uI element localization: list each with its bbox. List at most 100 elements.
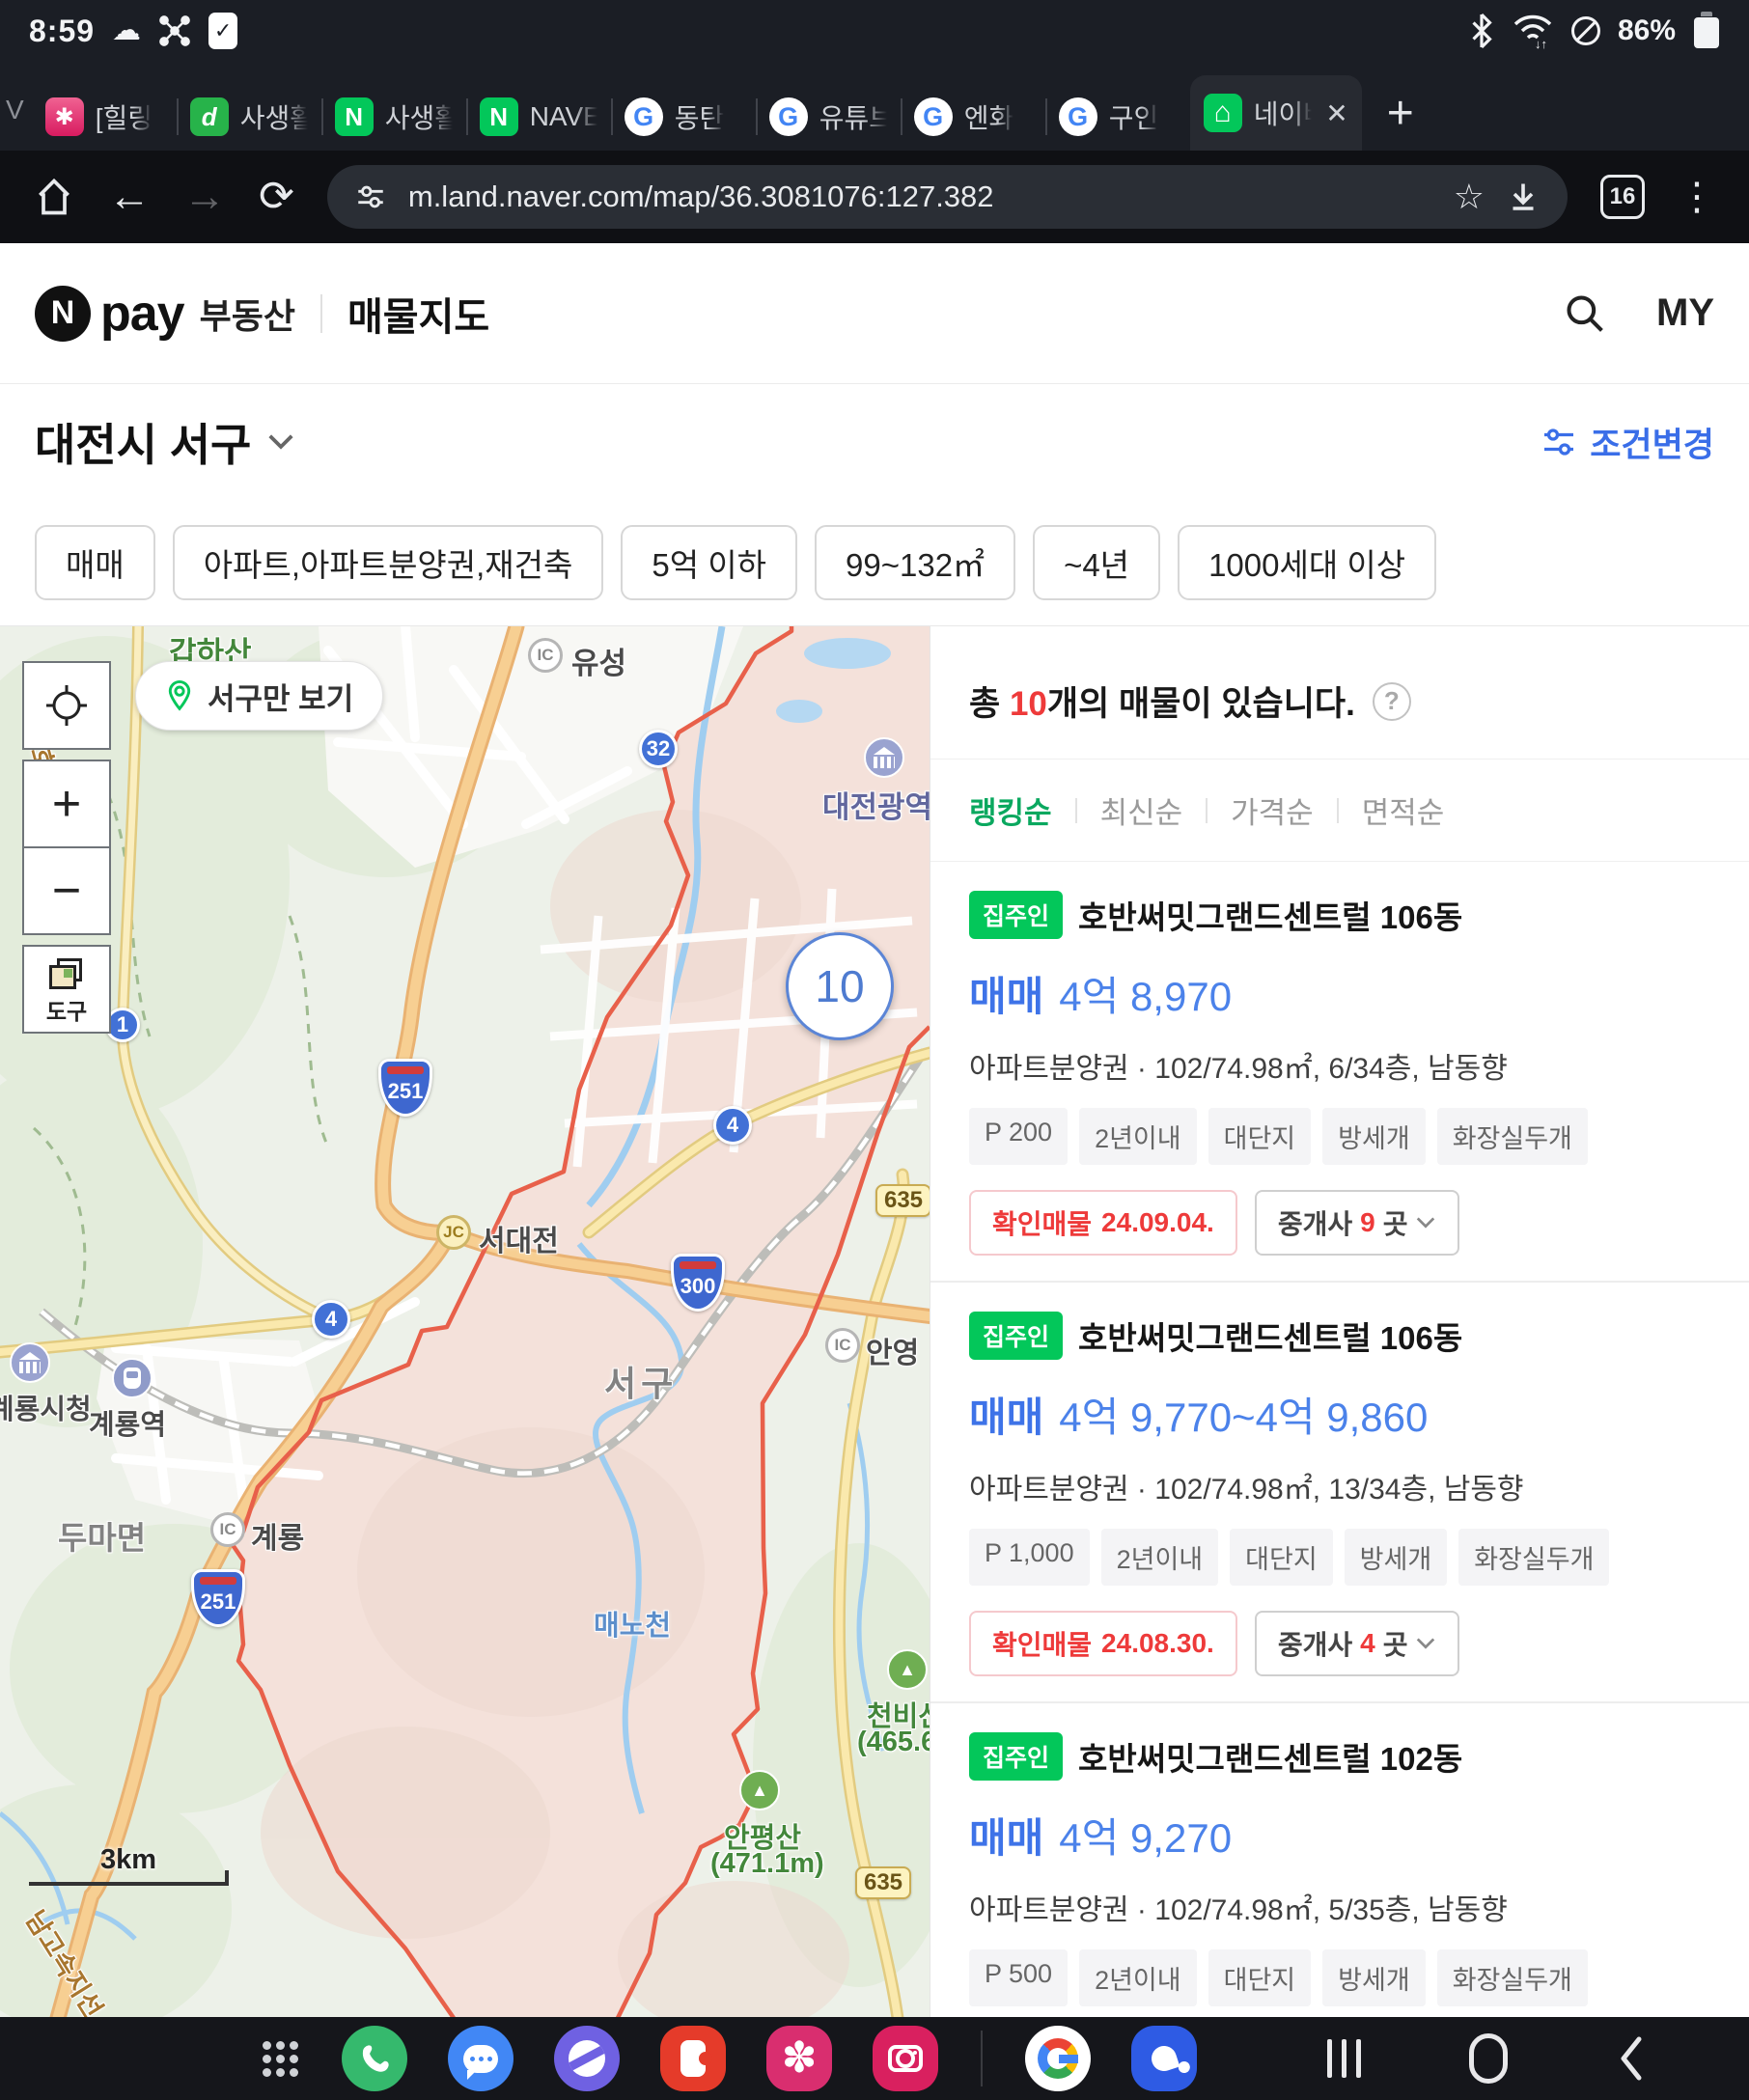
search-icon[interactable] <box>1564 292 1606 335</box>
listing-card[interactable]: 집주인 호반써밋그랜드센트럴 102동 매매 4억 9,270 아파트분양권 ·… <box>930 1703 1749 2018</box>
url-text[interactable]: m.land.naver.com/map/36.3081076:127.382 <box>408 180 1432 214</box>
ic-yuseong-label: 유성 <box>571 639 626 682</box>
content-area: 호남고속지선 남고속지선 갑하산 (468.7m) IC 유성 대전광역시 JC… <box>0 625 1749 2017</box>
sort-area[interactable]: 면적순 <box>1362 788 1445 832</box>
google-favicon: G <box>1059 97 1097 136</box>
browser-tab-google-3[interactable]: G 엔화 <box>901 83 1045 151</box>
browser-tab-google-4[interactable]: G 구인 <box>1045 83 1190 151</box>
home-icon[interactable] <box>1469 2033 1508 2084</box>
browser-tab-google-2[interactable]: G 유튜브 <box>756 83 901 151</box>
naver-pay-logo[interactable]: N <box>35 286 91 342</box>
chip-age[interactable]: ~4년 <box>1033 525 1160 600</box>
map-canvas[interactable] <box>0 626 930 2018</box>
zoom-in-button[interactable]: + <box>22 760 111 848</box>
tab-close-icon[interactable]: ✕ <box>1325 97 1347 129</box>
sort-ranking[interactable]: 랭킹순 <box>969 788 1052 832</box>
view-district-only-button[interactable]: 서구만 보기 <box>135 661 383 731</box>
site-settings-icon[interactable] <box>354 180 387 213</box>
current-location-button[interactable] <box>22 661 111 750</box>
ic-badge: IC <box>528 638 563 673</box>
help-icon[interactable]: ? <box>1373 682 1411 721</box>
mountain-elev-anpyeongsan: (471.1m) <box>710 1848 824 1880</box>
chevron-down-icon <box>1415 1215 1436 1230</box>
back-button[interactable]: ← <box>108 176 151 218</box>
sort-price[interactable]: 가격순 <box>1231 788 1314 832</box>
map-tools-button[interactable]: 도구 <box>22 945 111 1034</box>
ic-badge: IC <box>825 1328 860 1363</box>
listing-card[interactable]: 집주인 호반써밋그랜드센트럴 106동 매매 4억 9,770~4억 9,860… <box>930 1283 1749 1703</box>
government-building-icon <box>864 737 904 778</box>
browser-tab-naver-2[interactable]: N NAVER <box>466 83 611 151</box>
chevron-down-icon <box>266 431 295 453</box>
apps-grid-icon[interactable] <box>257 2036 301 2081</box>
sort-newest[interactable]: 최신순 <box>1100 788 1183 832</box>
region-selector[interactable]: 대전시 서구 <box>35 410 295 474</box>
battery-percent: 86% <box>1618 14 1676 47</box>
route-635-badge: 635 <box>855 1866 911 1899</box>
download-icon[interactable] <box>1506 180 1541 214</box>
district-label-seogu: 서구 <box>604 1356 678 1406</box>
town-label-dumamyeon: 두마면 <box>58 1512 146 1559</box>
ic-gyeryong-label: 계룡 <box>251 1514 304 1557</box>
camera-app-icon[interactable] <box>873 2026 938 2091</box>
trade-type: 매매 <box>969 964 1043 1023</box>
change-conditions-button[interactable]: 조건변경 <box>1540 418 1714 467</box>
tab-count-button[interactable]: 16 <box>1600 175 1645 219</box>
url-bar[interactable]: m.land.naver.com/map/36.3081076:127.382 … <box>327 165 1568 229</box>
route-4-marker: 4 <box>713 1106 752 1145</box>
pay-logo-text[interactable]: pay <box>100 285 184 343</box>
flower-gallery-icon[interactable]: ✽ <box>766 2026 832 2091</box>
route-32-marker: 32 <box>639 730 678 768</box>
google-icon[interactable] <box>1025 2026 1091 2091</box>
owner-badge: 집주인 <box>969 1732 1063 1781</box>
google-favicon: G <box>625 97 663 136</box>
map-view[interactable]: 호남고속지선 남고속지선 갑하산 (468.7m) IC 유성 대전광역시 JC… <box>0 626 930 2018</box>
chip-price[interactable]: 5억 이하 <box>621 525 797 600</box>
chip-trade-type[interactable]: 매매 <box>35 525 155 600</box>
red-app-icon[interactable] <box>660 2026 726 2091</box>
cut-tab-label[interactable]: V <box>6 95 24 125</box>
status-bar: 8:59 ☁ ✓ ↓↑ 86% <box>0 0 1749 62</box>
new-tab-button[interactable]: + <box>1387 91 1414 137</box>
forward-button[interactable]: → <box>183 176 226 218</box>
home-button[interactable] <box>33 176 75 218</box>
confirmed-listing-button[interactable]: 확인매물24.08.30. <box>969 1611 1237 1676</box>
browser-tab-active-naver-land[interactable]: ⌂ 네이버 ✕ <box>1190 75 1362 151</box>
agents-dropdown-button[interactable]: 중개사 4곳 <box>1255 1611 1460 1676</box>
browser-tab-healing[interactable]: ✱ [힐링 <box>32 83 177 151</box>
chip-area[interactable]: 99~132㎡ <box>815 525 1015 600</box>
my-menu[interactable]: MY <box>1656 291 1714 335</box>
listing-cluster-marker[interactable]: 10 <box>786 932 894 1040</box>
confirmed-listing-button[interactable]: 확인매물24.09.04. <box>969 1190 1237 1256</box>
messages-icon[interactable] <box>448 2026 514 2091</box>
phone-icon[interactable] <box>342 2026 407 2091</box>
browser-tab-google-1[interactable]: G 동탄 <box>611 83 756 151</box>
browser-menu-icon[interactable]: ⋮ <box>1678 175 1716 219</box>
chip-households[interactable]: 1000세대 이상 <box>1178 525 1436 600</box>
agents-dropdown-button[interactable]: 중개사 9곳 <box>1255 1190 1460 1256</box>
bookmark-star-icon[interactable]: ☆ <box>1454 177 1485 217</box>
browser-tab-daum[interactable]: d 사생활 <box>177 83 321 151</box>
reload-button[interactable]: ⟳ <box>259 176 294 218</box>
browser-tab-naver-1[interactable]: N 사생활 <box>321 83 466 151</box>
status-time: 8:59 <box>29 14 95 49</box>
internet-browser-icon[interactable] <box>554 2026 620 2091</box>
ic-anyeong-label: 안영 <box>866 1329 919 1371</box>
wifi-icon: ↓↑ <box>1512 13 1554 49</box>
interruption-blocked-icon <box>1571 16 1600 45</box>
chip-property-type[interactable]: 아파트,아파트분양권,재건축 <box>173 525 604 600</box>
listing-title: 호반써밋그랜드센트럴 106동 <box>1078 1312 1462 1359</box>
chevron-down-icon <box>1415 1636 1436 1651</box>
service-label[interactable]: 부동산 <box>200 289 295 339</box>
recents-icon[interactable] <box>1327 2039 1361 2078</box>
back-icon[interactable] <box>1616 2033 1645 2084</box>
result-count: 총 10개의 매물이 있습니다. ? <box>930 626 1749 759</box>
zoom-out-button[interactable]: − <box>22 846 111 935</box>
ic-badge: IC <box>210 1512 245 1547</box>
trade-type: 매매 <box>969 1806 1043 1865</box>
bluetooth-icon <box>1469 14 1494 48</box>
listing-card[interactable]: 집주인 호반써밋그랜드센트럴 106동 매매 4억 8,970 아파트분양권 ·… <box>930 862 1749 1283</box>
blue-app-icon[interactable] <box>1131 2026 1197 2091</box>
android-taskbar: ✽ <box>0 2017 1749 2100</box>
mountain-elev-cheonbisan: (465.6m <box>857 1727 930 1758</box>
